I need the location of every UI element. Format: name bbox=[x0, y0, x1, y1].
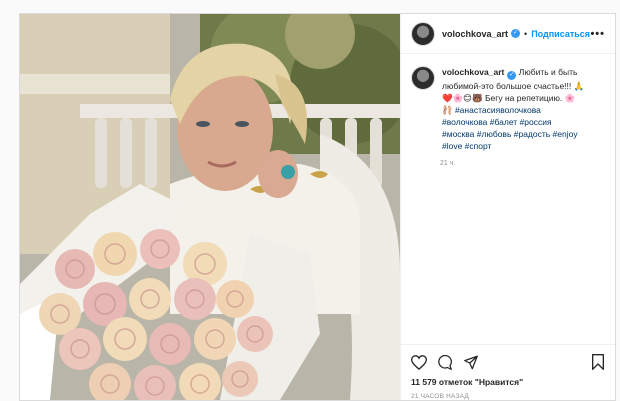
post-actions: 11 579 отметок "Нравится" 21 ЧАСОВ НАЗАД bbox=[401, 344, 615, 400]
separator-dot: • bbox=[524, 28, 528, 39]
caption-text-block: volochkova_art ✓ Любить и быть любимой-эт… bbox=[442, 66, 605, 152]
likes-count[interactable]: 11 579 отметок "Нравится" bbox=[411, 377, 605, 387]
verified-icon: ✓ bbox=[511, 29, 521, 38]
caption-username[interactable]: volochkova_art bbox=[442, 67, 504, 77]
post-timestamp[interactable]: 21 ЧАСОВ НАЗАД bbox=[411, 393, 605, 400]
caption-avatar[interactable] bbox=[411, 66, 435, 90]
action-icons bbox=[411, 351, 605, 373]
post-sidebar: volochkova_art ✓ • Подписаться ••• voloc… bbox=[400, 14, 615, 400]
comments-area: volochkova_art ✓ Любить и быть любимой-эт… bbox=[401, 54, 615, 344]
post-header: volochkova_art ✓ • Подписаться ••• bbox=[401, 14, 615, 54]
post-photo[interactable] bbox=[20, 14, 400, 400]
more-icon[interactable]: ••• bbox=[590, 28, 605, 40]
caption: volochkova_art ✓ Любить и быть любимой-эт… bbox=[411, 66, 605, 152]
avatar[interactable] bbox=[411, 21, 435, 46]
heart-icon[interactable] bbox=[411, 354, 427, 370]
username-link[interactable]: volochkova_art bbox=[442, 29, 508, 39]
caption-verified-icon: ✓ bbox=[507, 71, 517, 80]
photo-image bbox=[20, 14, 400, 400]
comment-time: 21 ч. bbox=[440, 160, 456, 167]
bookmark-icon[interactable] bbox=[591, 354, 605, 370]
post-card: volochkova_art ✓ • Подписаться ••• voloc… bbox=[19, 13, 616, 401]
hashtags[interactable]: #анастасияволочкова #волочкова #балет #р… bbox=[442, 105, 578, 151]
comment-icon[interactable] bbox=[437, 354, 453, 370]
follow-button[interactable]: Подписаться bbox=[531, 29, 590, 39]
share-icon[interactable] bbox=[463, 355, 479, 370]
